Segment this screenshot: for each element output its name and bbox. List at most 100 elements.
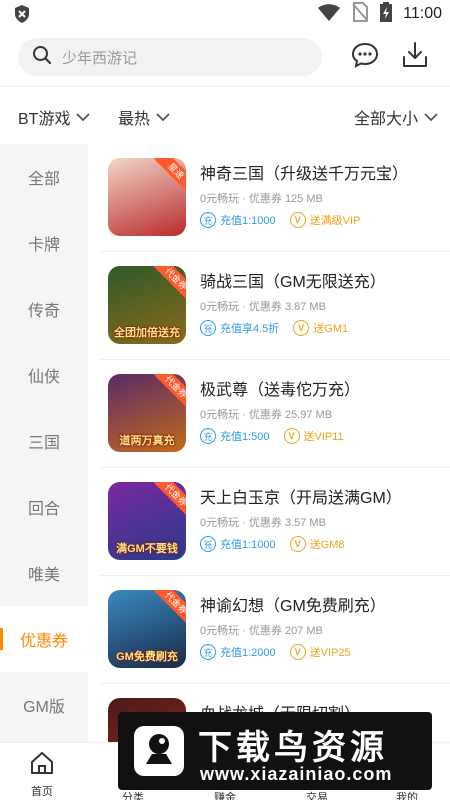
vip-icon: V — [289, 536, 306, 552]
watermark-url: www.xiazainiao.com — [200, 764, 393, 784]
game-icon: 代金券 全团加倍送充 — [108, 266, 186, 344]
game-title: 神谕幻想（GM免费刷充） — [200, 598, 386, 615]
corner-badge: 代金券 — [154, 374, 186, 409]
search-input[interactable]: 少年西游记 — [18, 38, 322, 76]
vip-tag-label: 送满级VIP — [309, 215, 361, 227]
recharge-tag-label: 充值享4.5折 — [220, 323, 280, 335]
clock: 11:00 — [403, 5, 442, 22]
filter-category-label: BT游戏 — [18, 111, 71, 128]
vip-icon: V — [289, 212, 306, 228]
filter-category[interactable]: BT游戏 — [18, 105, 91, 129]
vip-tag: V 送VIP11 — [283, 428, 344, 444]
sidebar-item-xianxia[interactable]: 仙侠 — [0, 342, 88, 408]
game-icon-caption: 全团加倍送充 — [114, 327, 180, 339]
wifi-icon — [317, 2, 341, 27]
watermark: 下载鸟资源 www.xiazainiao.com — [118, 712, 432, 790]
sidebar-item-coupon[interactable]: 优惠券 — [0, 606, 88, 672]
game-list: 星速 神奇三国（升级送千万元宝） 0元畅玩 · 优惠券 125 MB 充充值1:… — [88, 144, 450, 742]
game-title: 极武尊（送毒佗万充） — [200, 382, 361, 399]
recharge-tag-label: 充值1:1000 — [220, 539, 276, 551]
corner-badge: 代金券 — [154, 482, 186, 517]
nav-earn-label: 赚金 — [214, 792, 236, 800]
game-meta: 0元畅玩 · 优惠券 25.97 MB — [200, 409, 333, 421]
game-title: 天上白玉京（开局送满GM） — [200, 490, 402, 507]
list-item[interactable]: 代金券 道两万真充 极武尊（送毒佗万充） 0元畅玩 · 优惠券 25.97 MB… — [100, 360, 450, 468]
game-meta: 0元畅玩 · 优惠券 125 MB — [200, 193, 323, 205]
recharge-tag: 充充值1:500 — [200, 428, 270, 444]
download-icon[interactable] — [400, 40, 430, 70]
nav-home-label: 首页 — [31, 786, 53, 798]
recharge-tag-label: 充值1:1000 — [220, 215, 276, 227]
message-icon[interactable] — [350, 40, 380, 70]
game-icon-caption: 道两万真充 — [119, 435, 175, 447]
filter-size-label: 全部大小 — [354, 111, 419, 128]
filter-sort[interactable]: 最热 — [118, 105, 170, 129]
game-title: 骑战三国（GM无限送充） — [200, 274, 386, 291]
vip-icon: V — [283, 428, 300, 444]
vip-tag-label: 送GM1 — [313, 323, 349, 335]
recharge-icon: 充 — [200, 212, 216, 228]
list-item[interactable]: 代金券 GM免费刷充 神谕幻想（GM免费刷充） 0元畅玩 · 优惠券 207 M… — [100, 576, 450, 684]
sidebar-item-label: 全部 — [27, 171, 60, 188]
sidebar-item-label: 传奇 — [27, 303, 60, 320]
chevron-down-icon — [156, 113, 170, 122]
game-icon: 星速 — [108, 158, 186, 236]
recharge-tag: 充充值享4.5折 — [200, 320, 279, 336]
recharge-icon: 充 — [200, 644, 216, 660]
recharge-tag: 充充值1:2000 — [200, 644, 276, 660]
game-icon: 代金券 GM免费刷充 — [108, 590, 186, 668]
game-icon: 代金券 满GM不要钱 — [108, 482, 186, 560]
search-placeholder: 少年西游记 — [62, 49, 138, 67]
sidebar-item-label: 卡牌 — [27, 237, 60, 254]
vip-tag-label: 送VIP11 — [303, 431, 344, 443]
list-item[interactable]: 星速 神奇三国（升级送千万元宝） 0元畅玩 · 优惠券 125 MB 充充值1:… — [100, 144, 450, 252]
game-icon-caption: GM免费刷充 — [116, 651, 178, 663]
sidebar-item-card[interactable]: 卡牌 — [0, 210, 88, 276]
corner-badge: 星速 — [154, 158, 186, 193]
sidebar-item-label: 仙侠 — [27, 369, 60, 386]
sidebar-item-beautiful[interactable]: 唯美 — [0, 540, 88, 606]
battery-charging-icon — [379, 1, 393, 28]
home-icon — [7, 749, 77, 777]
sidebar-item-three-kingdoms[interactable]: 三国 — [0, 408, 88, 474]
app-notification-icon — [12, 4, 32, 24]
recharge-tag: 充充值1:1000 — [200, 536, 276, 552]
vip-tag-label: 送VIP25 — [309, 647, 351, 659]
game-meta: 0元畅玩 · 优惠券 3.87 MB — [200, 301, 326, 313]
recharge-tag: 充充值1:1000 — [200, 212, 276, 228]
sidebar-item-label: 三国 — [27, 435, 60, 452]
search-icon — [32, 45, 52, 70]
bird-logo-icon — [132, 724, 186, 778]
sidebar-item-gm[interactable]: GM版 — [0, 672, 88, 738]
game-meta: 0元畅玩 · 优惠券 3.57 MB — [200, 517, 326, 529]
corner-badge: 代金券 — [154, 590, 186, 625]
list-item[interactable]: 代金券 全团加倍送充 骑战三国（GM无限送充） 0元畅玩 · 优惠券 3.87 … — [100, 252, 450, 360]
recharge-icon: 充 — [200, 428, 216, 444]
vip-tag: V 送满级VIP — [289, 212, 361, 228]
nav-home[interactable]: 首页 — [7, 749, 77, 799]
nav-trade-label: 交易 — [306, 792, 328, 800]
sidebar-item-all[interactable]: 全部 — [0, 144, 88, 210]
no-sim-icon — [351, 1, 369, 28]
filter-sort-label: 最热 — [118, 111, 151, 128]
recharge-icon: 充 — [200, 536, 216, 552]
status-bar: 11:00 — [0, 0, 450, 28]
sidebar-item-legend[interactable]: 传奇 — [0, 276, 88, 342]
vip-icon: V — [293, 320, 310, 336]
vip-tag-label: 送GM8 — [309, 539, 345, 551]
vip-icon: V — [289, 644, 306, 660]
filter-bar: BT游戏 最热 全部大小 — [0, 86, 450, 144]
sidebar-item-turn-based[interactable]: 回合 — [0, 474, 88, 540]
recharge-icon: 充 — [200, 320, 216, 336]
filter-size[interactable]: 全部大小 — [354, 105, 438, 129]
game-icon-caption: 满GM不要钱 — [116, 543, 178, 555]
category-sidebar: 全部 卡牌 传奇 仙侠 三国 回合 唯美 优惠券 GM版 — [0, 144, 88, 742]
vip-tag: V 送VIP25 — [289, 644, 351, 660]
nav-category-label: 分类 — [122, 792, 144, 800]
game-meta: 0元畅玩 · 优惠券 207 MB — [200, 625, 323, 637]
chevron-down-icon — [424, 113, 438, 122]
vip-tag: V 送GM8 — [289, 536, 345, 552]
recharge-tag-label: 充值1:2000 — [220, 647, 276, 659]
list-item[interactable]: 代金券 满GM不要钱 天上白玉京（开局送满GM） 0元畅玩 · 优惠券 3.57… — [100, 468, 450, 576]
search-header: 少年西游记 — [0, 28, 450, 86]
